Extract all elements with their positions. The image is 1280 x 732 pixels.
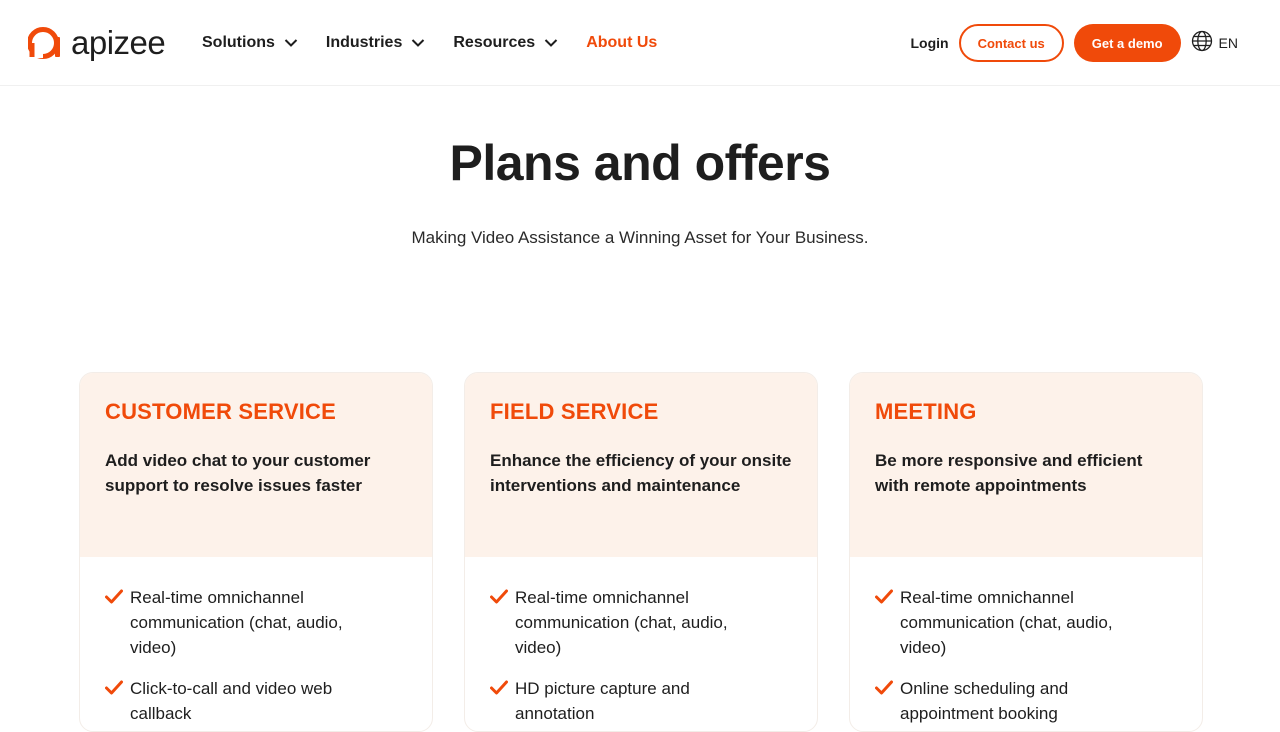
language-selector[interactable]: EN <box>1191 30 1238 52</box>
feature-text: Real-time omnichannel communication (cha… <box>515 588 728 657</box>
check-icon <box>875 589 893 604</box>
nav-about-us-label: About Us <box>586 34 658 51</box>
plan-card-header: FIELD SERVICE Enhance the efficiency of … <box>465 373 817 557</box>
plan-description: Be more responsive and efficient with re… <box>875 451 1143 495</box>
plan-card-customer-service[interactable]: CUSTOMER SERVICE Add video chat to your … <box>79 372 433 732</box>
feature-item: Real-time omnichannel communication (cha… <box>490 585 792 660</box>
plan-card-field-service[interactable]: FIELD SERVICE Enhance the efficiency of … <box>464 372 818 732</box>
feature-item: Real-time omnichannel communication (cha… <box>105 585 407 660</box>
feature-item: Click-to-call and video web callback <box>105 676 407 726</box>
check-icon <box>490 589 508 604</box>
chevron-down-icon <box>284 39 298 47</box>
feature-item: Real-time omnichannel communication (cha… <box>875 585 1177 660</box>
check-icon <box>875 680 893 695</box>
header-actions: Login Contact us Get a demo EN <box>910 24 1238 62</box>
plan-features: Real-time omnichannel communication (cha… <box>80 557 432 726</box>
apizee-logo[interactable]: apizee <box>28 24 166 61</box>
feature-item: HD picture capture and annotation <box>490 676 792 726</box>
plan-features: Real-time omnichannel communication (cha… <box>465 557 817 726</box>
site-header: apizee Solutions Industries Resources Ab… <box>0 0 1280 86</box>
plan-features: Real-time omnichannel communication (cha… <box>850 557 1202 726</box>
nav-industries[interactable]: Industries <box>326 34 425 52</box>
logo-wordmark: apizee <box>71 24 166 61</box>
check-icon <box>490 680 508 695</box>
nav-resources[interactable]: Resources <box>453 34 558 52</box>
check-icon <box>105 589 123 604</box>
check-icon <box>105 680 123 695</box>
login-link[interactable]: Login <box>910 35 948 51</box>
feature-text: Real-time omnichannel communication (cha… <box>900 588 1113 657</box>
plan-card-header: MEETING Be more responsive and efficient… <box>850 373 1202 557</box>
nav-solutions[interactable]: Solutions <box>202 34 298 52</box>
plan-title: CUSTOMER SERVICE <box>105 399 336 424</box>
main-nav: Solutions Industries Resources About Us <box>202 0 685 86</box>
plan-description: Enhance the efficiency of your onsite in… <box>490 451 792 495</box>
get-a-demo-button[interactable]: Get a demo <box>1073 24 1181 62</box>
feature-text: Real-time omnichannel communication (cha… <box>130 588 343 657</box>
nav-about-us[interactable]: About Us <box>586 34 657 52</box>
contact-us-button[interactable]: Contact us <box>958 24 1064 62</box>
feature-item: Online scheduling and appointment bookin… <box>875 676 1177 726</box>
feature-text: Online scheduling and appointment bookin… <box>900 679 1069 723</box>
globe-icon <box>1191 30 1212 52</box>
chevron-down-icon <box>544 39 558 47</box>
feature-text: HD picture capture and annotation <box>515 679 690 723</box>
nav-solutions-label: Solutions <box>202 34 275 51</box>
plan-card-meeting[interactable]: MEETING Be more responsive and efficient… <box>849 372 1203 732</box>
language-label: EN <box>1218 35 1238 51</box>
feature-text: Click-to-call and video web callback <box>130 679 333 723</box>
plan-card-header: CUSTOMER SERVICE Add video chat to your … <box>80 373 432 557</box>
plan-title: MEETING <box>875 399 977 424</box>
plans-grid: CUSTOMER SERVICE Add video chat to your … <box>79 372 1203 732</box>
page-subtitle: Making Video Assistance a Winning Asset … <box>411 228 869 247</box>
plan-description: Add video chat to your customer support … <box>105 451 371 495</box>
nav-resources-label: Resources <box>453 34 536 51</box>
page-title: Plans and offers <box>449 135 832 191</box>
chevron-down-icon <box>412 39 425 47</box>
plan-title: FIELD SERVICE <box>490 399 659 424</box>
nav-industries-label: Industries <box>325 34 403 51</box>
apizee-logo-mark-icon <box>28 27 68 59</box>
